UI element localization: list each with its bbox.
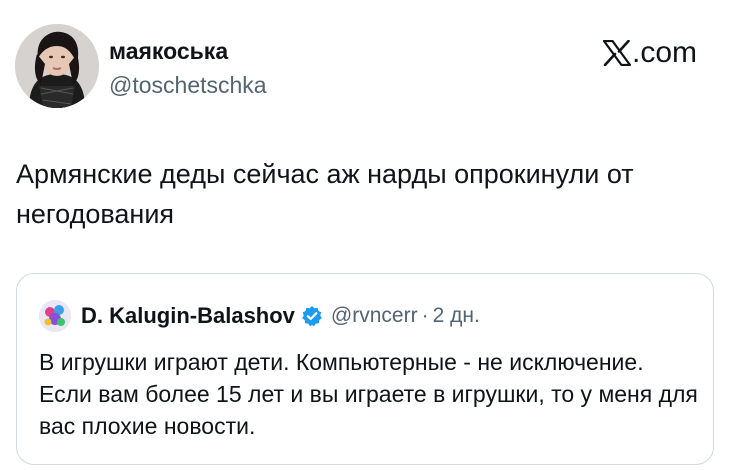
quoted-tweet-time[interactable]: 2 дн. <box>433 304 480 328</box>
tweet-header: маякоська @toschetschka .com <box>15 24 705 114</box>
quoted-tweet-text: В игрушки играют дети. Компьютерные - не… <box>39 349 698 439</box>
quoted-tweet-header: D. Kalugin-Balashov @rvncerr · 2 дн. <box>39 300 480 332</box>
meta-separator: · <box>421 304 429 327</box>
author-avatar[interactable] <box>15 24 99 108</box>
brand-logo-text: .com <box>631 36 697 69</box>
quoted-author-avatar[interactable] <box>39 300 71 332</box>
quoted-author-name[interactable]: D. Kalugin-Balashov <box>81 303 295 329</box>
verified-badge-icon <box>301 305 323 327</box>
quoted-tweet[interactable]: D. Kalugin-Balashov @rvncerr · 2 дн. В и… <box>16 273 714 465</box>
brand-logo: .com <box>602 36 697 70</box>
x-logo-icon <box>602 40 631 66</box>
tweet-text: Армянские деды сейчас аж нарды опрокинул… <box>16 159 634 229</box>
author-name[interactable]: маякоська <box>109 38 228 65</box>
author-handle[interactable]: @toschetschka <box>109 72 267 99</box>
quoted-author-handle[interactable]: @rvncerr <box>331 304 418 328</box>
